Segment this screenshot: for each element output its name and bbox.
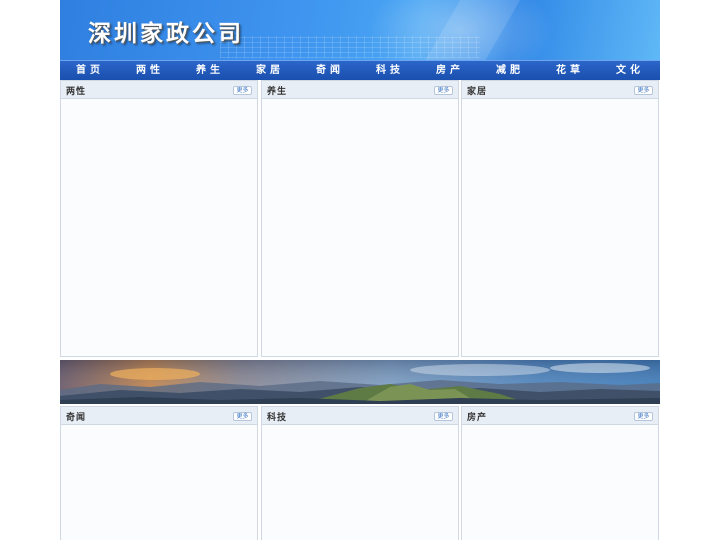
nav-item-technology[interactable]: 科技 [360, 61, 420, 81]
page-wrapper: 深圳家政公司 首页 两性 养生 家居 奇闻 科技 房产 减肥 花草 文化 两性 … [60, 0, 660, 540]
more-button[interactable]: 更多 [434, 412, 453, 421]
banner-grid-pattern [220, 36, 480, 58]
nav-item-oddities[interactable]: 奇闻 [300, 61, 360, 81]
panel-title: 家居 [467, 87, 488, 97]
more-button[interactable]: 更多 [434, 86, 453, 95]
more-button[interactable]: 更多 [233, 86, 252, 95]
panel-header: 养生 更多 [262, 81, 458, 99]
panel-title: 养生 [267, 87, 288, 97]
panel-title: 科技 [267, 413, 288, 423]
nav-item-real-estate[interactable]: 房产 [420, 61, 480, 81]
nav-item-relationships[interactable]: 两性 [120, 61, 180, 81]
section-panel-home-living: 家居 更多 [461, 80, 659, 357]
section-panel-real-estate: 房产 更多 [461, 406, 659, 540]
main-nav: 首页 两性 养生 家居 奇闻 科技 房产 减肥 花草 文化 [60, 60, 660, 80]
panel-header: 科技 更多 [262, 407, 458, 425]
scenic-banner-image [60, 360, 660, 404]
mountain-landscape-image [60, 360, 660, 404]
panel-title: 两性 [66, 87, 87, 97]
nav-item-culture[interactable]: 文化 [600, 61, 660, 81]
more-button[interactable]: 更多 [634, 86, 653, 95]
section-panel-health: 养生 更多 [261, 80, 459, 357]
nav-item-home[interactable]: 首页 [60, 61, 120, 81]
site-banner: 深圳家政公司 [60, 0, 660, 60]
nav-item-home-living[interactable]: 家居 [240, 61, 300, 81]
nav-item-plants[interactable]: 花草 [540, 61, 600, 81]
site-title[interactable]: 深圳家政公司 [88, 14, 244, 48]
section-panel-technology: 科技 更多 [261, 406, 459, 540]
panel-header: 房产 更多 [462, 407, 658, 425]
panel-title: 房产 [467, 413, 488, 423]
section-panel-relationships: 两性 更多 [60, 80, 258, 357]
panel-header: 奇闻 更多 [61, 407, 257, 425]
nav-item-health[interactable]: 养生 [180, 61, 240, 81]
panel-header: 两性 更多 [61, 81, 257, 99]
section-panel-oddities: 奇闻 更多 [60, 406, 258, 540]
nav-item-weight-loss[interactable]: 减肥 [480, 61, 540, 81]
more-button[interactable]: 更多 [634, 412, 653, 421]
more-button[interactable]: 更多 [233, 412, 252, 421]
panel-header: 家居 更多 [462, 81, 658, 99]
panel-title: 奇闻 [66, 413, 87, 423]
